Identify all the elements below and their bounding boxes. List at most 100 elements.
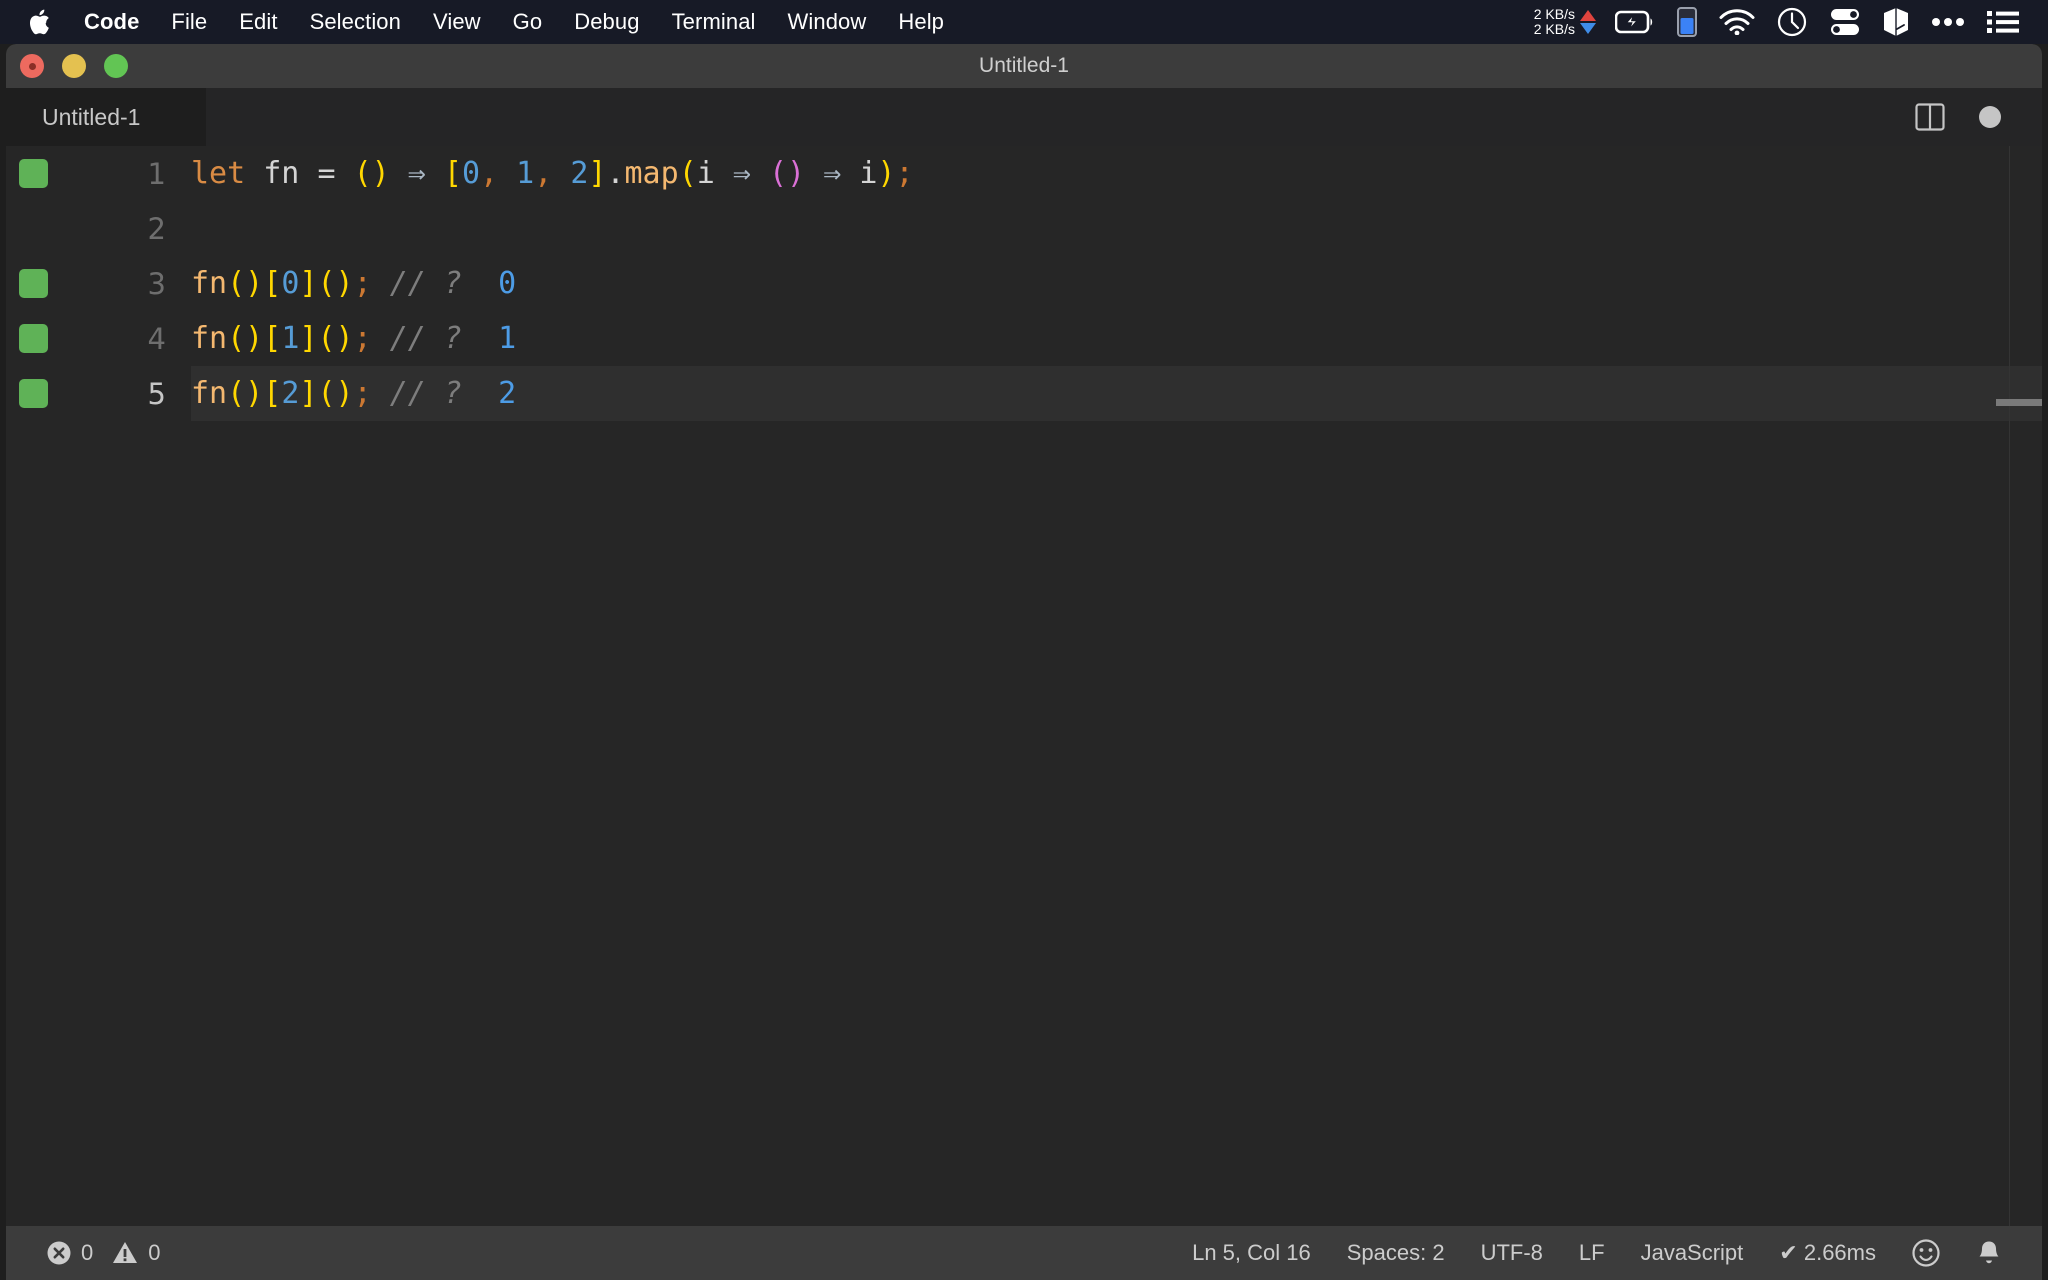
code-token: ⇒ <box>732 156 751 191</box>
code-token: [ <box>443 156 462 191</box>
smiley-icon[interactable] <box>1894 1226 1958 1280</box>
battery-charging-icon[interactable] <box>1604 0 1666 44</box>
download-arrow-icon <box>1580 23 1596 34</box>
control-center-icon[interactable] <box>1818 0 1872 44</box>
code-token: 2 <box>570 156 589 191</box>
code-token: 2 <box>498 376 517 411</box>
code-token: ⇒ <box>407 156 426 191</box>
apple-logo-icon[interactable] <box>26 7 52 37</box>
eol-setting[interactable]: LF <box>1561 1226 1623 1280</box>
code-token: i <box>859 156 878 191</box>
list-menu-icon[interactable] <box>1976 0 2030 44</box>
error-count: 0 <box>81 1240 94 1265</box>
code-token: // ? <box>389 321 462 356</box>
macos-menu-bar: Code File Edit Selection View Go Debug T… <box>0 0 2048 44</box>
code-token: 1 <box>516 156 535 191</box>
window-title: Untitled-1 <box>979 54 1069 77</box>
code-editor[interactable]: 1 let fn = () ⇒ [0, 1, 2].map(i ⇒ () ⇒ i)… <box>6 146 2042 1226</box>
status-bar-left: 0 0 <box>6 1226 175 1280</box>
code-token: fn <box>191 321 228 356</box>
code-token: () <box>227 376 264 411</box>
status-bar: 0 0 Ln 5, Col 16 Spaces: 2 UTF-8 LF Java… <box>6 1226 2042 1280</box>
menu-item-debug[interactable]: Debug <box>558 0 655 44</box>
code-token: ⇒ <box>823 156 842 191</box>
code-line-5[interactable]: 5 fn()[2](); // ? 2 <box>6 366 2042 421</box>
network-speed-indicator[interactable]: 2 KB/s 2 KB/s <box>1524 5 1604 38</box>
editor-tab-bar: Untitled-1 <box>6 88 2042 146</box>
code-token: , <box>480 156 499 191</box>
code-token: // ? <box>389 266 462 301</box>
code-text: fn()[2](); // ? 2 <box>191 376 516 411</box>
overview-ruler-edge <box>2009 146 2010 1226</box>
menu-item-window[interactable]: Window <box>772 0 883 44</box>
code-token: 1 <box>281 321 300 356</box>
ellipsis-icon[interactable] <box>1920 0 1976 44</box>
menu-bar-status-tray: 2 KB/s 2 KB/s <box>1524 0 2048 44</box>
line-number: 5 <box>147 376 166 411</box>
code-token: () <box>317 266 354 301</box>
zoom-button[interactable] <box>104 54 128 78</box>
upload-arrow-icon <box>1580 10 1596 21</box>
run-time-indicator[interactable]: ✔ 2.66ms <box>1761 1226 1894 1280</box>
network-upload-speed: 2 KB/s <box>1533 5 1575 22</box>
split-editor-icon[interactable] <box>1900 88 1960 146</box>
line-number: 1 <box>147 156 166 191</box>
code-token: . <box>606 156 625 191</box>
cursor-position[interactable]: Ln 5, Col 16 <box>1174 1226 1329 1280</box>
code-token: ; <box>353 376 372 411</box>
minimize-button[interactable] <box>62 54 86 78</box>
unsaved-dot-icon[interactable] <box>1960 88 2020 146</box>
menu-item-file[interactable]: File <box>155 0 223 44</box>
code-token: () <box>317 376 354 411</box>
code-token: ; <box>353 321 372 356</box>
menu-item-edit[interactable]: Edit <box>223 0 293 44</box>
code-line-4[interactable]: 4 fn()[1](); // ? 1 <box>6 311 2042 366</box>
editor-tab-untitled-1[interactable]: Untitled-1 <box>6 88 206 146</box>
encoding-setting[interactable]: UTF-8 <box>1463 1226 1561 1280</box>
menu-item-code[interactable]: Code <box>68 0 155 44</box>
code-token: 2 <box>281 376 300 411</box>
close-dot-icon <box>28 62 36 70</box>
language-mode[interactable]: JavaScript <box>1623 1226 1762 1280</box>
editor-scrollbar[interactable] <box>1996 399 2042 406</box>
bell-icon[interactable] <box>1958 1226 2020 1280</box>
menu-item-go[interactable]: Go <box>497 0 559 44</box>
wifi-icon[interactable] <box>1708 0 1766 44</box>
code-token: ] <box>299 321 318 356</box>
indentation-setting[interactable]: Spaces: 2 <box>1329 1226 1463 1280</box>
code-line-3[interactable]: 3 fn()[0](); // ? 0 <box>6 256 2042 311</box>
code-line-1[interactable]: 1 let fn = () ⇒ [0, 1, 2].map(i ⇒ () ⇒ i)… <box>6 146 2042 201</box>
line-number: 3 <box>147 266 166 301</box>
problems-indicator[interactable]: 0 0 <box>32 1226 175 1280</box>
code-token: 0 <box>461 156 480 191</box>
code-token: [ <box>263 376 282 411</box>
menu-item-selection[interactable]: Selection <box>294 0 417 44</box>
close-button[interactable] <box>20 54 44 78</box>
line-number: 4 <box>147 321 166 356</box>
menu-item-help[interactable]: Help <box>882 0 960 44</box>
clock-icon[interactable] <box>1766 0 1818 44</box>
code-token: ) <box>877 156 896 191</box>
window-title-bar: Untitled-1 <box>6 44 2042 88</box>
menu-item-view[interactable]: View <box>417 0 497 44</box>
cube-icon[interactable] <box>1872 0 1920 44</box>
editor-tab-label: Untitled-1 <box>42 103 141 130</box>
code-token: [ <box>263 266 282 301</box>
menu-bar-left-group: Code File Edit Selection View Go Debug T… <box>0 0 960 44</box>
battery-level-icon[interactable] <box>1666 0 1708 44</box>
editor-tab-actions <box>1900 88 2042 146</box>
code-token: ] <box>588 156 607 191</box>
menu-item-terminal[interactable]: Terminal <box>656 0 772 44</box>
window-traffic-lights <box>6 54 128 78</box>
code-line-2[interactable]: 2 <box>6 201 2042 256</box>
